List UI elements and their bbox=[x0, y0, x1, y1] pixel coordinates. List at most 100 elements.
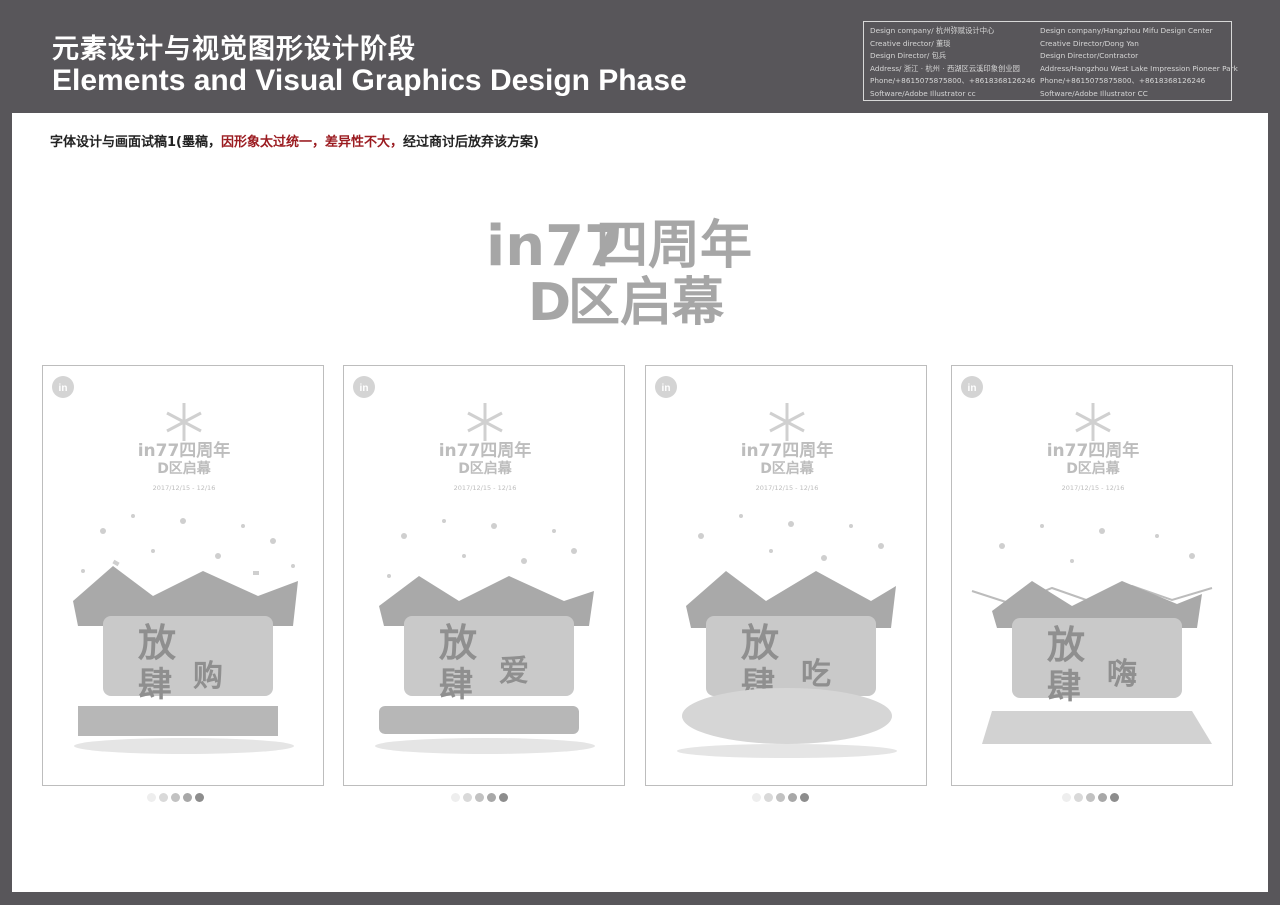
illustration-base bbox=[103, 616, 273, 696]
swatch-dot bbox=[463, 793, 472, 802]
swatch-dot bbox=[1074, 793, 1083, 802]
snowflake-icon bbox=[467, 403, 503, 441]
swatch-row bbox=[147, 793, 204, 802]
ribbon-banner bbox=[379, 706, 579, 734]
swatch-row bbox=[1062, 793, 1119, 802]
credit-line: Phone/+8615075875800、+8618368126246 bbox=[870, 76, 1036, 86]
poster-artwork: in in77四周年 D区启幕 2017/12/15 - 12/16 放 肆 嗨 bbox=[961, 376, 1213, 744]
swatch-dot bbox=[147, 793, 156, 802]
caption-highlight: 差异性不大， bbox=[325, 135, 404, 150]
credit-line: Address/ 浙江 · 杭州 · 西湖区云溪印象创业园 bbox=[870, 63, 1020, 73]
credit-line: Address/Hangzhou West Lake Impression Pi… bbox=[1040, 63, 1238, 73]
caption-highlight: 因形象太过统一， bbox=[221, 135, 326, 150]
credits-english: Design company/Hangzhou Mifu Design Cent… bbox=[1040, 25, 1238, 101]
credit-line: Design Director/ 包兵 bbox=[870, 51, 947, 61]
poster-eat: in in77四周年 D区启幕 2017/12/15 - 12/16 放 肆 吃 bbox=[645, 365, 927, 786]
swatch-dot bbox=[1110, 793, 1119, 802]
swatch-dot bbox=[487, 793, 496, 802]
caption-text: 经过商讨后放弃该方案) bbox=[403, 135, 539, 150]
stage-platform bbox=[982, 711, 1212, 744]
main-wordmark: in77 四周年 D 区启幕 bbox=[486, 214, 752, 330]
credit-line: Design company/ 杭州弥赋设计中心 bbox=[870, 26, 995, 35]
snowflake-icon bbox=[166, 403, 202, 441]
poster-party: in in77四周年 D区启幕 2017/12/15 - 12/16 放 肆 嗨 bbox=[951, 365, 1233, 786]
poster-word: 放 bbox=[741, 621, 779, 665]
confetti-icon bbox=[698, 514, 884, 561]
shadow bbox=[74, 738, 294, 754]
swatch-dot bbox=[752, 793, 761, 802]
credit-line: Phone/+8615075875800、+8618368126246 bbox=[1040, 76, 1206, 86]
food-plate bbox=[682, 688, 892, 744]
swatch-dot bbox=[800, 793, 809, 802]
swatch-dot bbox=[764, 793, 773, 802]
poster-word: 放 bbox=[1047, 623, 1085, 667]
corner-logo-text: in bbox=[360, 383, 369, 394]
swatch-row bbox=[451, 793, 508, 802]
illustration-base bbox=[1012, 618, 1182, 698]
corner-logo-text: in bbox=[59, 383, 68, 394]
swatch-row bbox=[752, 793, 809, 802]
illustration-base bbox=[706, 616, 876, 696]
swatch-dot bbox=[159, 793, 168, 802]
poster-word: 购 bbox=[193, 659, 223, 694]
swatch-dot bbox=[451, 793, 460, 802]
poster-artwork: in in77四周年 D区启幕 2017/12/15 - 12/16 放 肆 爱 bbox=[353, 376, 595, 754]
credits-box: Design company/ 杭州弥赋设计中心 Creative direct… bbox=[863, 21, 1238, 101]
poster-subbrand: D区启幕 bbox=[760, 460, 815, 477]
credit-line: Creative Director/Dong Yan bbox=[1040, 38, 1139, 48]
snowflake-icon bbox=[1075, 403, 1111, 441]
swatch-dot bbox=[183, 793, 192, 802]
poster-word: 放 bbox=[439, 621, 477, 665]
credits-chinese: Design company/ 杭州弥赋设计中心 Creative direct… bbox=[870, 25, 1045, 101]
swatch-dot bbox=[1086, 793, 1095, 802]
corner-logo-text: in bbox=[968, 383, 977, 394]
header-bar: 元素设计与视觉图形设计阶段 Elements and Visual Graphi… bbox=[0, 0, 1280, 113]
poster-date: 2017/12/15 - 12/16 bbox=[153, 484, 216, 492]
poster-word: 爱 bbox=[499, 654, 529, 689]
poster-date: 2017/12/15 - 12/16 bbox=[454, 484, 517, 492]
poster-word: 肆 bbox=[1047, 667, 1081, 707]
credit-line: Software/Adobe Illustrator cc bbox=[870, 88, 976, 98]
poster-brand: in77四周年 bbox=[439, 440, 532, 461]
poster-word: 肆 bbox=[138, 665, 172, 705]
credit-line: Software/Adobe Illustrator CC bbox=[1040, 88, 1148, 98]
poster-subbrand: D区启幕 bbox=[1066, 460, 1121, 477]
confetti-icon bbox=[999, 524, 1195, 563]
swatch-dot bbox=[171, 793, 180, 802]
swatch-dot bbox=[475, 793, 484, 802]
swatch-dot bbox=[776, 793, 785, 802]
wordmark-text: 区启幕 bbox=[568, 273, 725, 330]
poster-artwork: in in77四周年 D区启幕 2017/12/15 - 12/16 放 肆 购 bbox=[52, 376, 298, 754]
stage-platform bbox=[78, 706, 278, 736]
credit-line: Design Director/Contractor bbox=[1040, 51, 1139, 61]
swatch-dot bbox=[788, 793, 797, 802]
shadow bbox=[375, 738, 595, 754]
caption-text: 字体设计与画面试稿1(墨稿， bbox=[50, 135, 221, 150]
poster-brand: in77四周年 bbox=[1047, 440, 1140, 461]
poster-brand: in77四周年 bbox=[138, 440, 231, 461]
wordmark-text: 四周年 bbox=[596, 216, 752, 276]
poster-date: 2017/12/15 - 12/16 bbox=[756, 484, 819, 492]
swatch-dot bbox=[1062, 793, 1071, 802]
poster-word: 吃 bbox=[801, 657, 831, 692]
poster-word: 放 bbox=[138, 621, 176, 665]
poster-love: in in77四周年 D区启幕 2017/12/15 - 12/16 放 肆 爱 bbox=[343, 365, 625, 786]
poster-subbrand: D区启幕 bbox=[157, 460, 212, 477]
title-english: Elements and Visual Graphics Design Phas… bbox=[52, 64, 687, 97]
poster-word: 嗨 bbox=[1107, 657, 1137, 692]
poster-brand: in77四周年 bbox=[741, 440, 834, 461]
illustration-base bbox=[404, 616, 574, 696]
poster-date: 2017/12/15 - 12/16 bbox=[1062, 484, 1125, 492]
corner-logo-text: in bbox=[662, 383, 671, 394]
snowflake-icon bbox=[769, 403, 805, 441]
credit-line: Design company/Hangzhou Mifu Design Cent… bbox=[1040, 26, 1213, 35]
poster-subbrand: D区启幕 bbox=[458, 460, 513, 477]
shadow bbox=[677, 744, 897, 758]
confetti-icon bbox=[387, 519, 577, 578]
poster-shop: in in77四周年 D区启幕 2017/12/15 - 12/16 放 肆 购 bbox=[42, 365, 324, 786]
swatch-dot bbox=[499, 793, 508, 802]
confetti-icon bbox=[81, 514, 295, 575]
credit-line: Creative director/ 董琰 bbox=[870, 38, 951, 48]
poster-artwork: in in77四周年 D区启幕 2017/12/15 - 12/16 放 肆 吃 bbox=[655, 376, 897, 758]
phase-caption: 字体设计与画面试稿1(墨稿，因形象太过统一，差异性不大，经过商讨后放弃该方案) bbox=[50, 131, 539, 150]
